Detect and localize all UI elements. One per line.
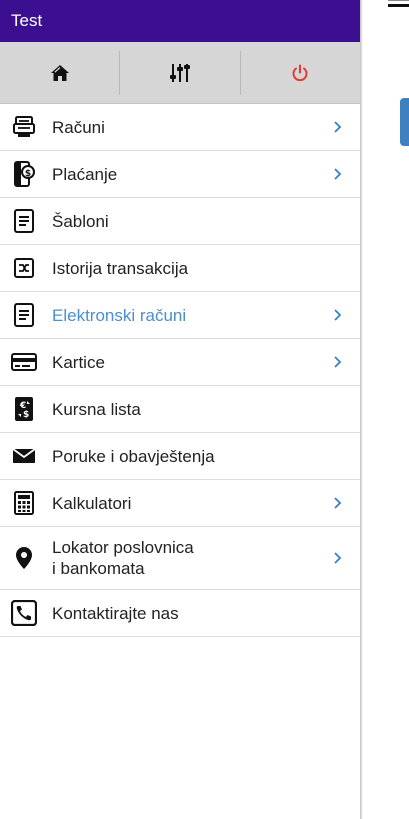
chevron-right-icon bbox=[334, 552, 342, 564]
location-pin-icon bbox=[10, 544, 38, 572]
menu-item-poruke[interactable]: Poruke i obavještenja bbox=[0, 433, 360, 480]
menu-item-label-line1: Lokator poslovnica bbox=[52, 538, 194, 557]
menu-item-label: Računi bbox=[52, 117, 105, 137]
chevron-right-icon bbox=[334, 497, 342, 509]
sliders-icon bbox=[169, 63, 190, 82]
menu-item-elektronski-racuni[interactable]: Elektronski računi bbox=[0, 292, 360, 339]
menu-item-label: Kontaktirajte nas bbox=[52, 603, 179, 623]
menu-item-label: Kartice bbox=[52, 352, 105, 372]
quick-actions-bar bbox=[0, 42, 360, 104]
menu-item-label-line2: i bankomata bbox=[52, 559, 145, 578]
partial-button[interactable] bbox=[400, 98, 409, 146]
menu-item-label: Istorija transakcija bbox=[52, 258, 189, 278]
logout-button[interactable] bbox=[241, 42, 360, 103]
chevron-right-icon bbox=[334, 168, 342, 180]
drawer-shadow bbox=[360, 0, 363, 819]
menu-item-kontakt[interactable]: Kontaktirajte nas bbox=[0, 590, 360, 637]
phone-icon bbox=[10, 599, 38, 627]
document-icon bbox=[10, 207, 38, 235]
chevron-right-icon bbox=[334, 121, 342, 133]
menu-item-label: Kalkulatori bbox=[52, 493, 132, 513]
phone-payment-icon: $ bbox=[10, 160, 38, 188]
menu-item-label: Šabloni bbox=[52, 211, 109, 231]
menu-item-placanje[interactable]: $ Plaćanje bbox=[0, 151, 360, 198]
home-icon bbox=[50, 64, 69, 81]
menu-item-label: Poruke i obavještenja bbox=[52, 446, 215, 466]
chevron-right-icon bbox=[334, 356, 342, 368]
document-icon bbox=[10, 301, 38, 329]
hamburger-menu-icon[interactable] bbox=[388, 0, 409, 8]
svg-text:$: $ bbox=[25, 169, 31, 179]
main-header bbox=[360, 0, 409, 42]
menu-item-label: Plaćanje bbox=[52, 164, 118, 184]
envelope-icon bbox=[10, 442, 38, 470]
menu-item-racuni[interactable]: Računi bbox=[0, 104, 360, 151]
calculator-icon bbox=[10, 489, 38, 517]
menu-item-label: Lokator poslovnica i bankomata bbox=[52, 537, 333, 579]
menu-item-istorija-transakcija[interactable]: Istorija transakcija bbox=[0, 245, 360, 292]
menu-item-sabloni[interactable]: Šabloni bbox=[0, 198, 360, 245]
menu-item-kartice[interactable]: Kartice bbox=[0, 339, 360, 386]
drawer-title: Test bbox=[11, 11, 43, 30]
menu-item-label: Kursna lista bbox=[52, 399, 141, 419]
settings-button[interactable] bbox=[120, 42, 239, 103]
menu-item-lokator[interactable]: Lokator poslovnica i bankomata bbox=[0, 527, 360, 590]
history-icon bbox=[10, 254, 38, 282]
bill-icon bbox=[10, 113, 38, 141]
navigation-drawer: Test Računi $ Plaćanje Šabloni Istorija … bbox=[0, 0, 360, 819]
svg-text:$: $ bbox=[23, 410, 29, 420]
home-button[interactable] bbox=[0, 42, 119, 103]
power-icon bbox=[292, 64, 308, 81]
drawer-menu: Računi $ Plaćanje Šabloni Istorija trans… bbox=[0, 104, 360, 637]
drawer-header: Test bbox=[0, 0, 360, 42]
menu-item-kalkulatori[interactable]: Kalkulatori bbox=[0, 480, 360, 527]
menu-item-label: Elektronski računi bbox=[52, 305, 187, 325]
card-icon bbox=[10, 348, 38, 376]
menu-item-kursna-lista[interactable]: € $ Kursna lista bbox=[0, 386, 360, 433]
exchange-icon: € $ bbox=[10, 395, 38, 423]
chevron-right-icon bbox=[334, 309, 342, 321]
